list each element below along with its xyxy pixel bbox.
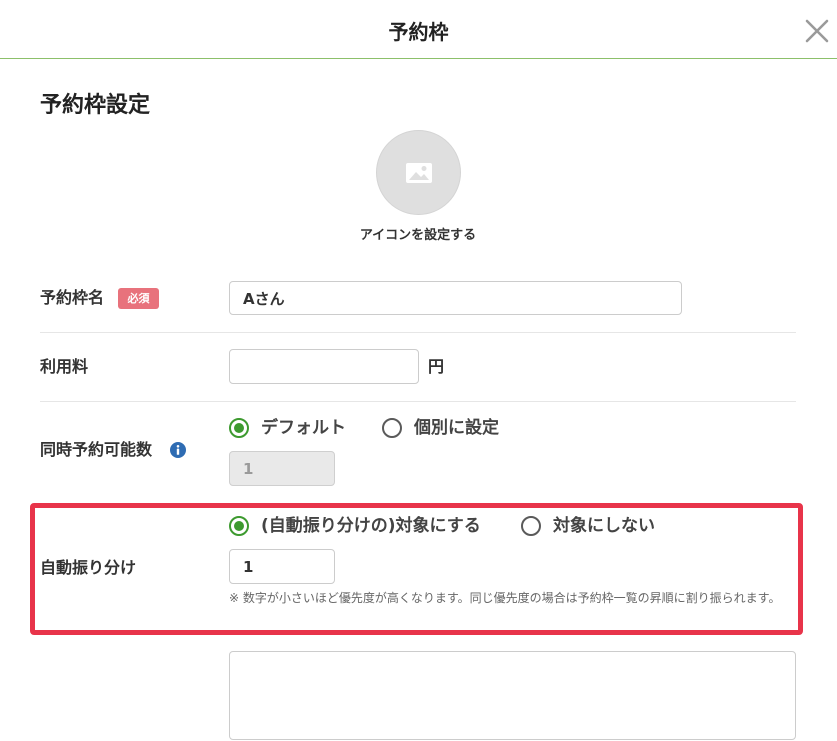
radio-button[interactable] [521, 516, 541, 536]
radio-button[interactable] [382, 418, 402, 438]
priority-input[interactable] [229, 549, 335, 584]
capacity-input[interactable] [229, 451, 335, 486]
radio-label: デフォルト [261, 418, 346, 438]
section-title: 予約枠設定 [40, 93, 151, 118]
image-icon [405, 162, 432, 183]
close-button[interactable] [802, 16, 832, 46]
icon-upload-label[interactable]: アイコンを設定する [318, 227, 518, 245]
capacity-label: 同時予約可能数 [40, 440, 153, 459]
icon-upload-button[interactable] [376, 130, 461, 215]
capacity-option-default[interactable]: デフォルト [229, 418, 346, 438]
auto-assign-label: 自動振り分け [40, 558, 137, 577]
memo-textarea[interactable] [229, 651, 796, 740]
row-divider [40, 401, 796, 402]
radio-label: (自動振り分けの)対象にする [261, 516, 481, 536]
close-icon [805, 19, 829, 43]
fee-label: 利用料 [40, 357, 89, 376]
auto-assign-option-target[interactable]: (自動振り分けの)対象にする [229, 516, 481, 536]
slot-name-input[interactable] [229, 281, 682, 315]
radio-label: 個別に設定 [414, 418, 499, 438]
modal-title: 予約枠 [388, 20, 449, 44]
row-divider [40, 332, 796, 333]
capacity-option-individual[interactable]: 個別に設定 [382, 418, 499, 438]
priority-help-text: ※ 数字が小さいほど優先度が高くなります。同じ優先度の場合は予約枠一覧の昇順に割… [229, 591, 781, 605]
auto-assign-option-exclude[interactable]: 対象にしない [521, 516, 655, 536]
name-label: 予約枠名 [40, 288, 105, 307]
modal-header: 予約枠 [0, 0, 837, 59]
radio-button[interactable] [229, 418, 249, 438]
fee-input[interactable] [229, 349, 419, 384]
reservation-slot-modal: 予約枠 予約枠設定 アイコンを設定する 予約枠名 必須 利用料 円 デフォルト … [0, 0, 837, 741]
radio-label: 対象にしない [553, 516, 655, 536]
required-badge: 必須 [118, 288, 159, 309]
fee-unit: 円 [428, 357, 445, 376]
radio-button[interactable] [229, 516, 249, 536]
info-icon[interactable] [170, 442, 186, 458]
